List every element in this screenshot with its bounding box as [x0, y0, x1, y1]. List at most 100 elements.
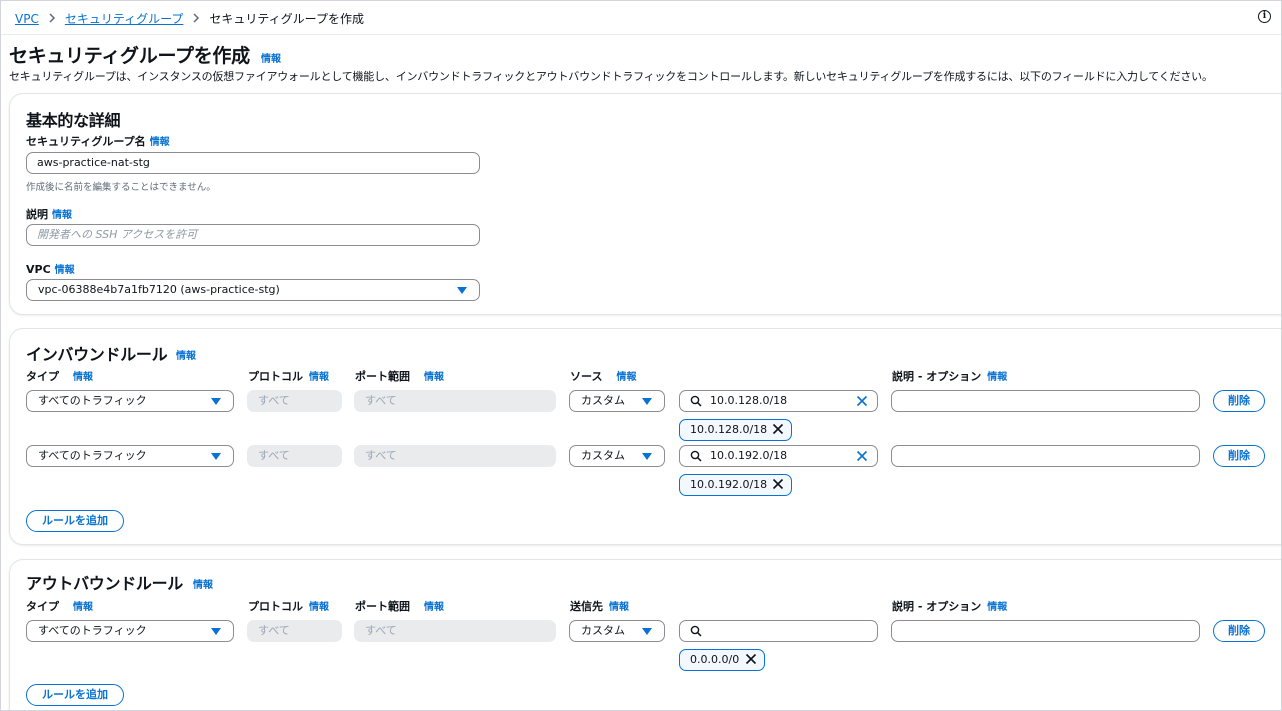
col-description: 説明 - オプション 情報	[892, 370, 1008, 383]
inbound-cidr-token: 10.0.128.0/18	[679, 419, 792, 441]
type-info-link[interactable]: 情報	[73, 602, 93, 613]
col-port: ポート範囲 情報	[355, 370, 444, 383]
outbound-info-link[interactable]: 情報	[193, 576, 213, 591]
chevron-right-icon	[183, 12, 209, 26]
sg-name-input[interactable]: aws-practice-nat-stg	[26, 152, 480, 174]
close-icon[interactable]	[856, 450, 868, 462]
outbound-description-input[interactable]	[891, 620, 1200, 642]
col-destination: 送信先 情報	[570, 600, 629, 613]
close-icon[interactable]	[745, 653, 757, 665]
inbound-port-field: すべて	[354, 445, 556, 467]
col-type: タイプ 情報	[26, 600, 93, 613]
inbound-source-select[interactable]: カスタム	[569, 445, 665, 467]
description-col-info-link[interactable]: 情報	[987, 372, 1007, 383]
breadcrumb-current: セキュリティグループを作成	[209, 12, 364, 26]
port-info-link[interactable]: 情報	[424, 372, 444, 383]
info-circle-icon[interactable]: i	[1258, 10, 1271, 23]
close-icon[interactable]	[772, 478, 784, 490]
protocol-info-link[interactable]: 情報	[309, 372, 329, 383]
destination-info-link[interactable]: 情報	[609, 602, 629, 613]
inbound-cidr-token: 10.0.192.0/18	[679, 474, 792, 496]
outbound-add-rule-button[interactable]: ルールを追加	[26, 684, 124, 706]
page-description: セキュリティグループは、インスタンスの仮想ファイアウォールとして機能し、インバウ…	[9, 70, 1213, 83]
token-label: 10.0.192.0/18	[690, 478, 768, 491]
breadcrumb: VPC セキュリティグループ セキュリティグループを作成	[15, 10, 364, 27]
inbound-type-select[interactable]: すべてのトラフィック	[26, 390, 234, 412]
vpc-select[interactable]: vpc-06388e4b7a1fb7120 (aws-practice-stg)	[26, 279, 480, 301]
inbound-delete-button[interactable]: 削除	[1213, 445, 1265, 467]
inbound-source-select[interactable]: カスタム	[569, 390, 665, 412]
inbound-description-input[interactable]	[891, 390, 1200, 412]
inbound-add-rule-button[interactable]: ルールを追加	[26, 510, 124, 532]
inbound-description-input[interactable]	[891, 445, 1200, 467]
col-source: ソース 情報	[570, 370, 637, 383]
outbound-destination-select[interactable]: カスタム	[569, 620, 665, 642]
token-label: 0.0.0.0/0	[690, 653, 740, 666]
token-label: 10.0.128.0/18	[690, 423, 768, 436]
caret-down-icon	[211, 453, 221, 460]
destination-value: カスタム	[581, 624, 625, 637]
breadcrumb-security-groups-link[interactable]: セキュリティグループ	[65, 10, 184, 27]
inbound-info-link[interactable]: 情報	[176, 347, 196, 362]
description-info-link[interactable]: 情報	[52, 210, 72, 221]
inbound-cidr-search[interactable]: 10.0.192.0/18	[679, 445, 878, 467]
sg-name-info-link[interactable]: 情報	[150, 137, 170, 148]
search-icon	[690, 450, 702, 462]
page-frame: VPC セキュリティグループ セキュリティグループを作成 i セキュリティグルー…	[0, 0, 1282, 711]
source-value: カスタム	[581, 449, 625, 462]
vpc-label: VPC 情報	[26, 263, 75, 276]
type-value: すべてのトラフィック	[38, 624, 147, 637]
search-value: 10.0.128.0/18	[710, 394, 788, 407]
page-title: セキュリティグループを作成	[9, 45, 250, 67]
outbound-protocol-field: すべて	[247, 620, 342, 642]
col-type: タイプ 情報	[26, 370, 93, 383]
inbound-rules-panel: インバウンドルール 情報 タイプ 情報 プロトコル 情報 ポート範囲 情報 ソース 情報…	[9, 328, 1281, 545]
description-label: 説明 情報	[26, 208, 72, 221]
caret-down-icon	[642, 628, 652, 635]
divider	[1, 34, 1281, 35]
basic-details-panel: 基本的な詳細 セキュリティグループ名 情報 aws-practice-nat-st…	[9, 93, 1281, 315]
chevron-right-icon	[39, 12, 65, 26]
inbound-delete-button[interactable]: 削除	[1213, 390, 1265, 412]
type-value: すべてのトラフィック	[38, 449, 147, 462]
inbound-protocol-field: すべて	[247, 390, 342, 412]
search-value: 10.0.192.0/18	[710, 449, 788, 462]
source-value: カスタム	[581, 394, 625, 407]
col-protocol: プロトコル 情報	[248, 600, 329, 613]
sg-name-label: セキュリティグループ名 情報	[26, 135, 170, 148]
protocol-info-link[interactable]: 情報	[309, 602, 329, 613]
basic-details-title: 基本的な詳細	[26, 111, 121, 130]
caret-down-icon	[642, 453, 652, 460]
vpc-select-value: vpc-06388e4b7a1fb7120 (aws-practice-stg)	[38, 283, 280, 296]
col-protocol: プロトコル 情報	[248, 370, 329, 383]
close-icon[interactable]	[856, 395, 868, 407]
breadcrumb-vpc-link[interactable]: VPC	[15, 12, 39, 26]
outbound-delete-button[interactable]: 削除	[1213, 620, 1265, 642]
inbound-title: インバウンドルール	[26, 345, 168, 364]
col-port: ポート範囲 情報	[355, 600, 444, 613]
outbound-cidr-token: 0.0.0.0/0	[679, 649, 765, 671]
source-info-link[interactable]: 情報	[616, 372, 636, 383]
vpc-info-link[interactable]: 情報	[55, 265, 75, 276]
description-col-info-link[interactable]: 情報	[987, 602, 1007, 613]
inbound-cidr-search[interactable]: 10.0.128.0/18	[679, 390, 878, 412]
outbound-cidr-search[interactable]	[679, 620, 878, 642]
type-value: すべてのトラフィック	[38, 394, 147, 407]
title-info-link[interactable]: 情報	[261, 50, 281, 65]
outbound-port-field: すべて	[354, 620, 556, 642]
close-icon[interactable]	[772, 423, 784, 435]
inbound-port-field: すべて	[354, 390, 556, 412]
caret-down-icon	[457, 287, 467, 294]
outbound-title: アウトバウンドルール	[26, 574, 184, 593]
type-info-link[interactable]: 情報	[73, 372, 93, 383]
caret-down-icon	[211, 398, 221, 405]
outbound-type-select[interactable]: すべてのトラフィック	[26, 620, 234, 642]
caret-down-icon	[642, 398, 652, 405]
search-icon	[690, 395, 702, 407]
inbound-type-select[interactable]: すべてのトラフィック	[26, 445, 234, 467]
description-input[interactable]: 開発者への SSH アクセスを許可	[26, 224, 480, 246]
col-description: 説明 - オプション 情報	[892, 600, 1008, 613]
inbound-protocol-field: すべて	[247, 445, 342, 467]
search-icon	[690, 625, 702, 637]
port-info-link[interactable]: 情報	[424, 602, 444, 613]
